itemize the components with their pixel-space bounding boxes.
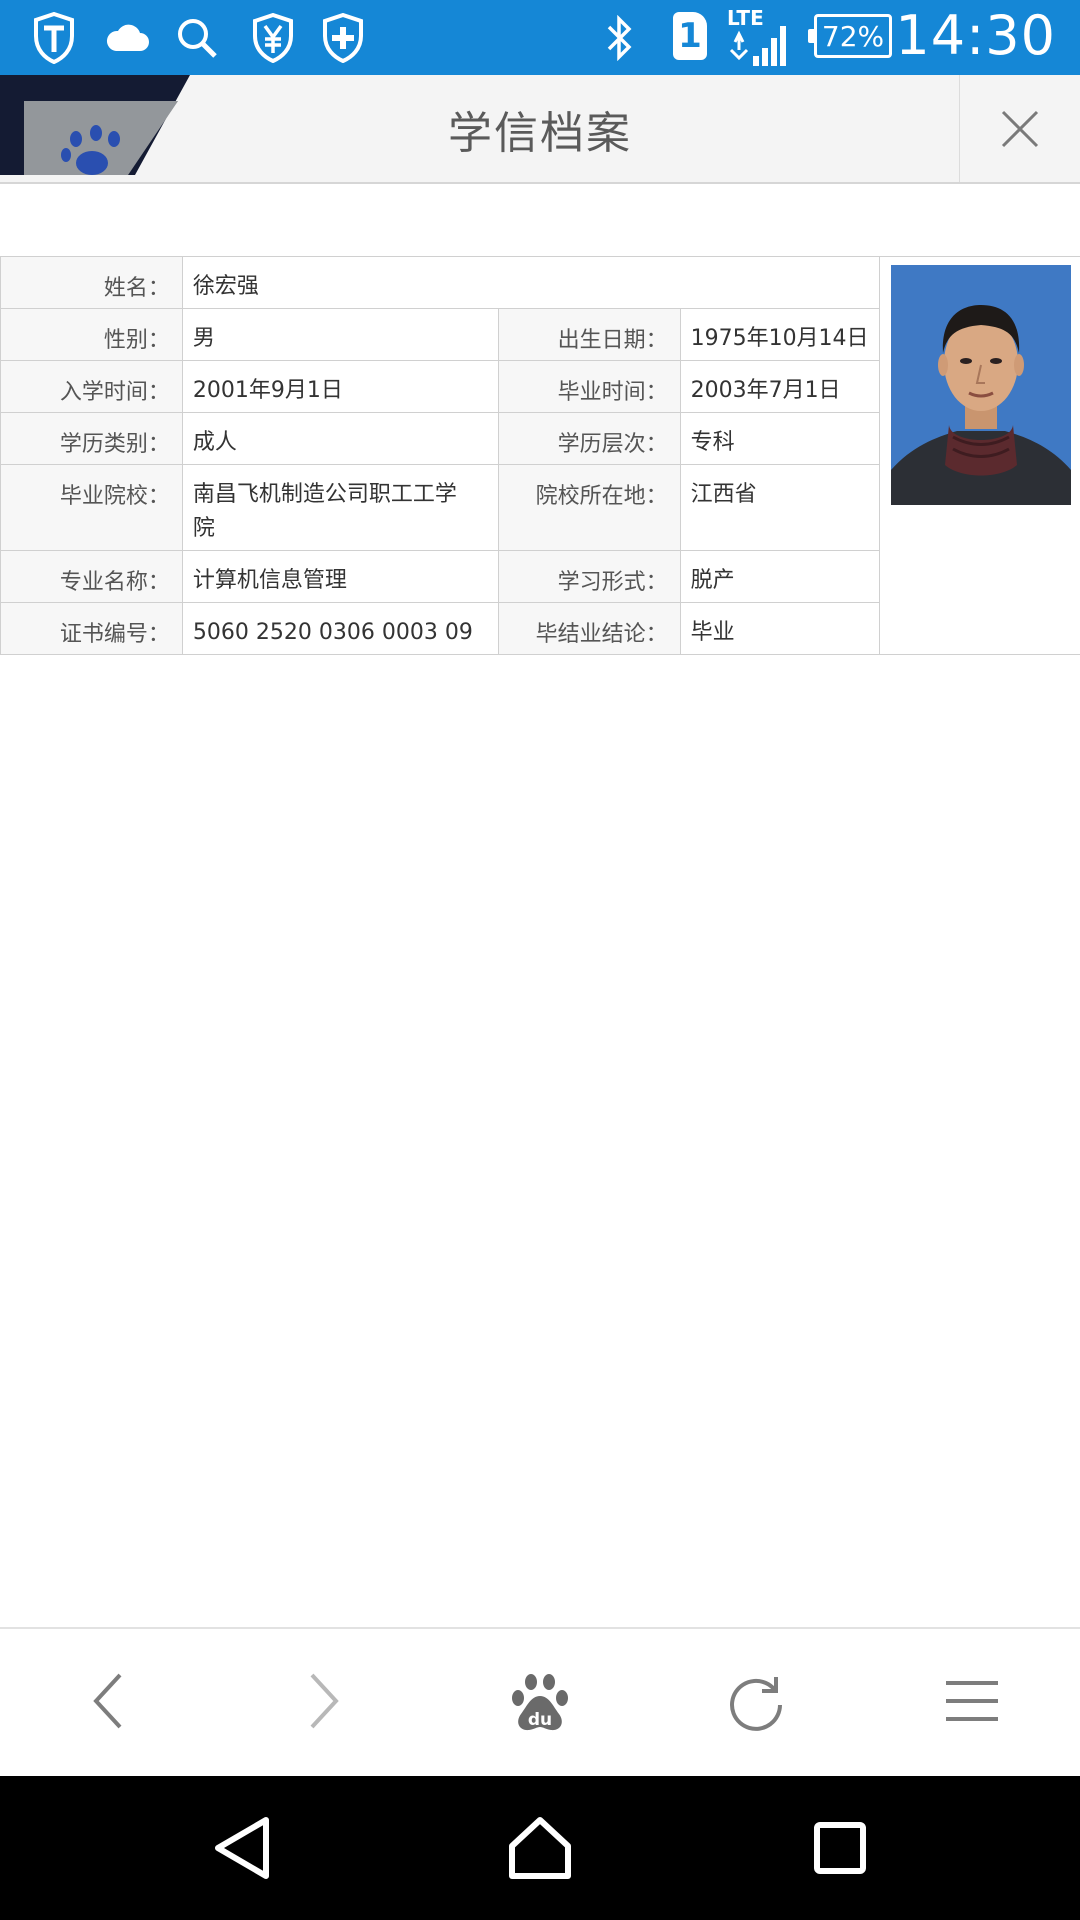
school-label: 毕业院校： (0, 464, 183, 551)
nav-recents-button[interactable] (800, 1808, 880, 1888)
clock: 14:30 (895, 4, 1056, 67)
yuan-shield-icon (248, 10, 298, 66)
close-button[interactable] (959, 75, 1080, 182)
edu-level-value: 专科 (679, 412, 881, 465)
enroll-label: 入学时间： (0, 360, 183, 413)
edu-level-label: 学历层次： (497, 412, 681, 465)
plus-shield-icon (318, 10, 368, 66)
search-icon (174, 10, 220, 66)
sim-icon: 1 (673, 12, 707, 60)
name-value: 徐宏强 (181, 256, 881, 309)
edu-type-label: 学历类别： (0, 412, 183, 465)
forward-icon (310, 1673, 339, 1729)
student-record-table: 姓名： 徐宏强 性别： 男 出生日期： 1975年10月14日 入学时间： 20… (0, 256, 1080, 655)
gender-label: 性别： (0, 308, 183, 361)
major-label: 专业名称： (0, 550, 183, 603)
graduate-label: 毕业时间： (497, 360, 681, 413)
nav-home-icon (509, 1817, 571, 1879)
back-button[interactable] (68, 1661, 148, 1741)
close-icon (1001, 110, 1039, 147)
photo-cell (879, 256, 1080, 655)
birth-label: 出生日期： (497, 308, 681, 361)
study-mode-label: 学习形式： (497, 550, 681, 603)
study-mode-value: 脱产 (679, 550, 881, 603)
name-label: 姓名： (0, 256, 183, 309)
gender-value: 男 (181, 308, 499, 361)
back-icon (93, 1673, 122, 1729)
baidu-paw-icon: du (512, 1674, 568, 1731)
battery-icon: 72% (808, 14, 892, 58)
nav-recents-icon (814, 1822, 866, 1874)
cert-no-value: 5060 2520 0306 0003 09 (181, 602, 499, 655)
edu-type-value: 成人 (181, 412, 499, 465)
conclusion-label: 毕结业结论： (497, 602, 681, 655)
school-location-value: 江西省 (679, 464, 881, 551)
nav-back-icon (215, 1817, 269, 1879)
major-value: 计算机信息管理 (181, 550, 499, 603)
baidu-du-text: du (528, 1710, 552, 1730)
school-location-label: 院校所在地： (497, 464, 681, 551)
browser-toolbar: du (0, 1627, 1080, 1777)
table-row: 姓名： 徐宏强 (0, 256, 1080, 655)
page-header: 学信档案 (0, 75, 1080, 184)
cert-no-label: 证书编号： (0, 602, 183, 655)
signal-icon (728, 16, 790, 72)
page-title: 学信档案 (448, 108, 632, 159)
system-nav-bar (0, 1776, 1080, 1920)
birth-value: 1975年10月14日 (679, 308, 881, 361)
baidu-home-button[interactable]: du (500, 1661, 580, 1741)
status-bar: 1 LTE 72% 14:30 (0, 0, 1080, 75)
forward-button[interactable] (284, 1661, 364, 1741)
graduate-value: 2003年7月1日 (679, 360, 881, 413)
school-value: 南昌飞机制造公司职工工学院 (181, 464, 499, 551)
shield-t-icon (28, 10, 80, 66)
bluetooth-icon (600, 10, 640, 66)
conclusion-value: 毕业 (679, 602, 881, 655)
enroll-value: 2001年9月1日 (181, 360, 499, 413)
nav-home-button[interactable] (500, 1808, 580, 1888)
refresh-button[interactable] (716, 1661, 796, 1741)
refresh-icon (730, 1677, 782, 1731)
nav-back-button[interactable] (202, 1808, 282, 1888)
student-photo (891, 265, 1072, 505)
menu-button[interactable] (932, 1661, 1012, 1741)
menu-icon (946, 1681, 998, 1721)
cloud-icon (102, 10, 152, 66)
